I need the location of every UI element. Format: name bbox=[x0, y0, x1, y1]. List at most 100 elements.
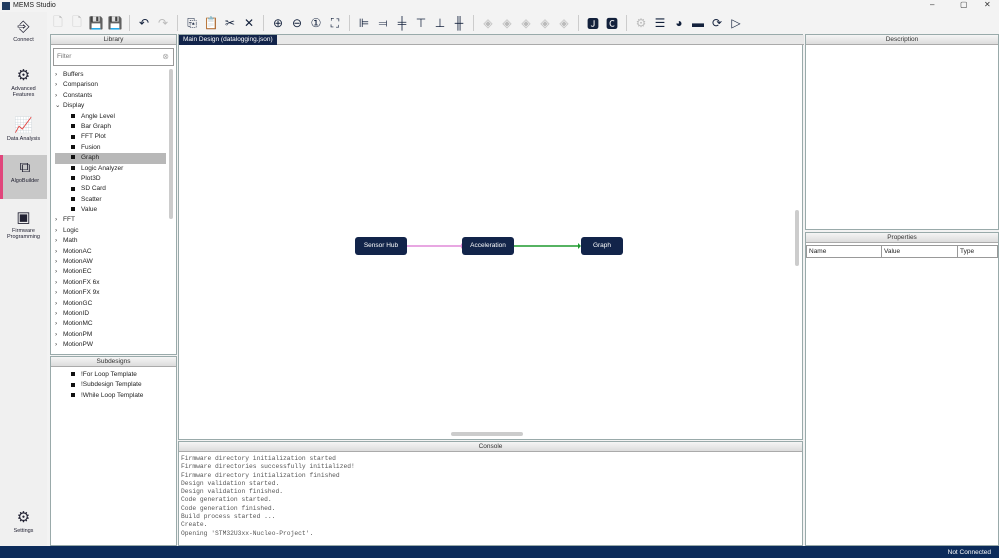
library-item[interactable]: › MotionFX 6x bbox=[55, 278, 166, 288]
node-acceleration[interactable]: Acceleration bbox=[462, 237, 514, 255]
fit-screen-icon[interactable]: ⛶ bbox=[327, 15, 343, 31]
library-item[interactable]: › MotionAC bbox=[55, 247, 166, 257]
nav-algobuilder[interactable]: ⧉ AlgoBuilder bbox=[0, 155, 47, 199]
library-item[interactable]: Value bbox=[55, 205, 166, 215]
library-item[interactable]: › MotionMC bbox=[55, 319, 166, 329]
chevron-right-icon[interactable]: › bbox=[55, 236, 63, 246]
library-item[interactable]: SD Card bbox=[55, 184, 166, 194]
column-value[interactable]: Value bbox=[881, 245, 958, 258]
chevron-right-icon[interactable]: › bbox=[55, 80, 63, 90]
nav-advanced-features[interactable]: ⚙ Advanced Features bbox=[0, 66, 47, 98]
design-canvas[interactable]: Main Design (datalogging.json) Sensor Hu… bbox=[178, 34, 804, 440]
clear-filter-icon[interactable]: ⊗ bbox=[162, 52, 169, 61]
nav-settings[interactable]: ⚙ Settings bbox=[0, 508, 47, 534]
library-item[interactable]: › MotionFX 9x bbox=[55, 288, 166, 298]
save-icon[interactable]: 💾 bbox=[88, 15, 104, 31]
run-icon[interactable]: ▷ bbox=[728, 15, 744, 31]
filter-input-box[interactable]: ⊗ bbox=[53, 48, 174, 66]
subdesign-item[interactable]: !Subdesign Template bbox=[55, 380, 143, 390]
align-bottom-icon[interactable]: ⊥ bbox=[432, 15, 448, 31]
chevron-right-icon[interactable]: › bbox=[55, 330, 63, 340]
library-item[interactable]: › Logic bbox=[55, 226, 166, 236]
close-button[interactable]: ✕ bbox=[984, 0, 991, 9]
filter-input[interactable] bbox=[57, 53, 157, 60]
cut-icon[interactable]: ✂ bbox=[222, 15, 238, 31]
refresh-icon[interactable]: ⟳ bbox=[709, 15, 725, 31]
library-item[interactable]: › MotionAW bbox=[55, 257, 166, 267]
library-item[interactable]: › MotionGC bbox=[55, 299, 166, 309]
chevron-right-icon[interactable]: › bbox=[55, 91, 63, 101]
library-item[interactable]: Scatter bbox=[55, 195, 166, 205]
chevron-right-icon[interactable]: › bbox=[55, 247, 63, 257]
zoom-in-icon[interactable]: ⊕ bbox=[270, 15, 286, 31]
subdesign-item[interactable]: !While Loop Template bbox=[55, 391, 143, 401]
layer-1-icon[interactable]: ◈ bbox=[480, 15, 496, 31]
nav-connect[interactable]: ⎆ Connect bbox=[0, 18, 47, 43]
library-item[interactable]: Fusion bbox=[55, 143, 166, 153]
chevron-right-icon[interactable]: › bbox=[55, 278, 63, 288]
align-center-icon[interactable]: ╪ bbox=[394, 15, 410, 31]
align-top-icon[interactable]: ⊤ bbox=[413, 15, 429, 31]
layer-4-icon[interactable]: ◈ bbox=[537, 15, 553, 31]
library-item[interactable]: › Comparison bbox=[55, 80, 166, 90]
chevron-right-icon[interactable]: › bbox=[55, 257, 63, 267]
canvas-vscrollbar[interactable] bbox=[795, 210, 799, 266]
chevron-right-icon[interactable]: › bbox=[55, 70, 63, 80]
new-design-icon[interactable]: 🗋 bbox=[69, 15, 85, 31]
align-left-icon[interactable]: ⊫ bbox=[356, 15, 372, 31]
node-sensor-hub[interactable]: Sensor Hub bbox=[355, 237, 407, 255]
layer-2-icon[interactable]: ◈ bbox=[499, 15, 515, 31]
validate-icon[interactable]: ◕ bbox=[671, 15, 687, 31]
align-right-icon[interactable]: ⫤ bbox=[375, 15, 391, 31]
zoom-reset-icon[interactable]: ① bbox=[308, 15, 324, 31]
c-file-icon[interactable]: 🅲 bbox=[604, 15, 620, 31]
undo-icon[interactable]: ↶ bbox=[136, 15, 152, 31]
copy-icon[interactable]: ⎘ bbox=[184, 15, 200, 31]
save-as-icon[interactable]: 💾 bbox=[107, 15, 123, 31]
library-item[interactable]: Logic Analyzer bbox=[55, 164, 166, 174]
column-type[interactable]: Type bbox=[957, 245, 998, 258]
node-graph[interactable]: Graph bbox=[581, 237, 623, 255]
layer-3-icon[interactable]: ◈ bbox=[518, 15, 534, 31]
chevron-right-icon[interactable]: › bbox=[55, 288, 63, 298]
library-item[interactable]: FFT Plot bbox=[55, 132, 166, 142]
library-item[interactable]: ⌄ Display bbox=[55, 101, 166, 111]
chevron-right-icon[interactable]: › bbox=[55, 267, 63, 277]
chevron-right-icon[interactable]: › bbox=[55, 340, 63, 350]
library-item[interactable]: › Buffers bbox=[55, 70, 166, 80]
chevron-right-icon[interactable]: › bbox=[55, 215, 63, 225]
chevron-right-icon[interactable]: › bbox=[55, 309, 63, 319]
canvas-hscrollbar[interactable] bbox=[451, 432, 523, 436]
library-item[interactable]: › MotionPW bbox=[55, 340, 166, 350]
nav-firmware-programming[interactable]: ▣ Firmware Programming bbox=[0, 208, 47, 240]
chevron-right-icon[interactable]: › bbox=[55, 299, 63, 309]
library-item[interactable]: › MotionPM bbox=[55, 330, 166, 340]
library-item[interactable]: › MotionEC bbox=[55, 267, 166, 277]
chevron-right-icon[interactable]: › bbox=[55, 226, 63, 236]
minimize-button[interactable]: – bbox=[930, 0, 934, 9]
nav-data-analysis[interactable]: 📈 Data Analysis bbox=[0, 116, 47, 142]
chip-settings-icon[interactable]: ⚙ bbox=[633, 15, 649, 31]
library-item[interactable]: Graph bbox=[55, 153, 166, 164]
paste-icon[interactable]: 📋 bbox=[203, 15, 219, 31]
layer-5-icon[interactable]: ◈ bbox=[556, 15, 572, 31]
delete-icon[interactable]: ✕ bbox=[241, 15, 257, 31]
library-item[interactable]: Bar Graph bbox=[55, 122, 166, 132]
zoom-out-icon[interactable]: ⊖ bbox=[289, 15, 305, 31]
chevron-down-icon[interactable]: ⌄ bbox=[55, 101, 63, 111]
maximize-button[interactable]: ▢ bbox=[960, 0, 968, 9]
library-item[interactable]: Angle Level bbox=[55, 112, 166, 122]
column-name[interactable]: Name bbox=[806, 245, 882, 258]
chevron-right-icon[interactable]: › bbox=[55, 319, 63, 329]
flash-icon[interactable]: ▬ bbox=[690, 15, 706, 31]
new-file-icon[interactable]: 🗋 bbox=[50, 15, 66, 31]
library-item[interactable]: Plot3D bbox=[55, 174, 166, 184]
redo-icon[interactable]: ↷ bbox=[155, 15, 171, 31]
json-file-icon[interactable]: 🅹 bbox=[585, 15, 601, 31]
library-item[interactable]: › MotionID bbox=[55, 309, 166, 319]
generate-icon[interactable]: ☰ bbox=[652, 15, 668, 31]
align-middle-icon[interactable]: ╫ bbox=[451, 15, 467, 31]
library-item[interactable]: › FFT bbox=[55, 215, 166, 225]
library-item[interactable]: › Math bbox=[55, 236, 166, 246]
library-scrollbar[interactable] bbox=[169, 69, 173, 219]
